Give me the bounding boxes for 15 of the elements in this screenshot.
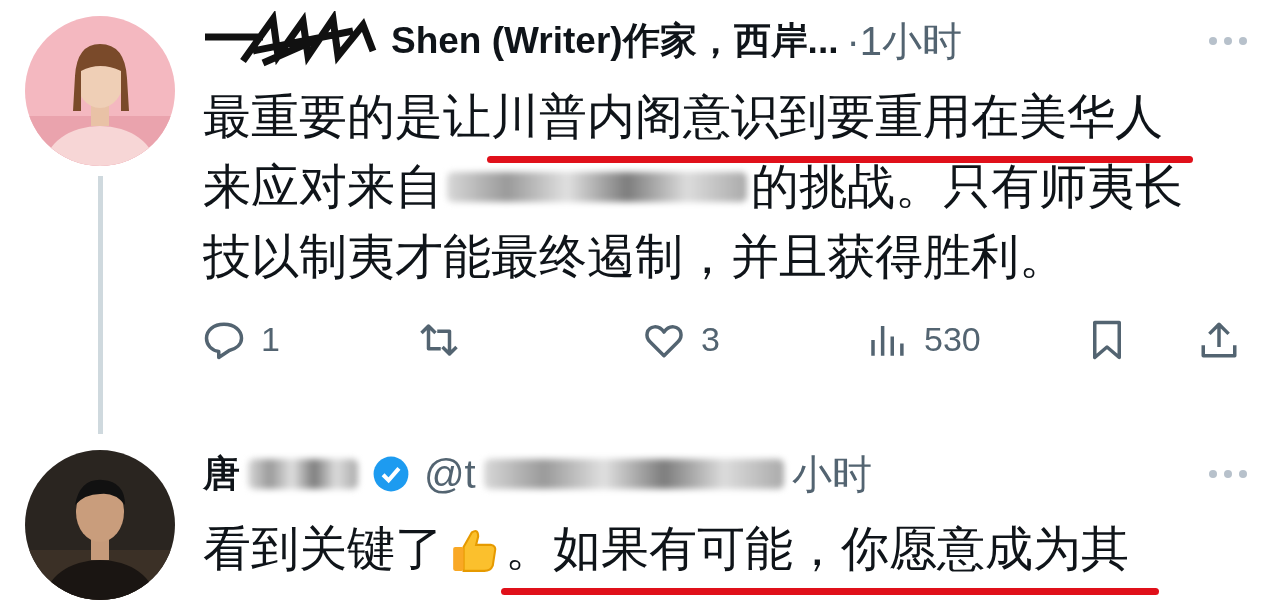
post-text: 看到关键了: [203, 519, 443, 578]
action-count: 1: [261, 320, 280, 359]
post-text: 的挑战。只有师夷长: [751, 157, 1183, 216]
post-text: 最重要的是让: [203, 87, 491, 146]
post-text: 。如果有可能，你愿意成为其: [505, 517, 1129, 581]
post-time[interactable]: ·1小时: [846, 13, 963, 69]
author-handle[interactable]: @t: [424, 451, 476, 497]
post-text: 来应对来自: [203, 157, 443, 216]
author-name[interactable]: 唐: [203, 449, 240, 499]
action-count: 3: [701, 320, 720, 359]
action-count: 530: [924, 320, 981, 359]
post-text: 技以制夷才能最终遏制，并且获得胜利。: [203, 227, 1067, 286]
post-text: 川普内阁意识到要重用在美华人: [491, 85, 1163, 149]
post-time[interactable]: 小时: [791, 446, 872, 502]
author-name[interactable]: Shen (Writer)作家，西岸...: [391, 16, 839, 66]
